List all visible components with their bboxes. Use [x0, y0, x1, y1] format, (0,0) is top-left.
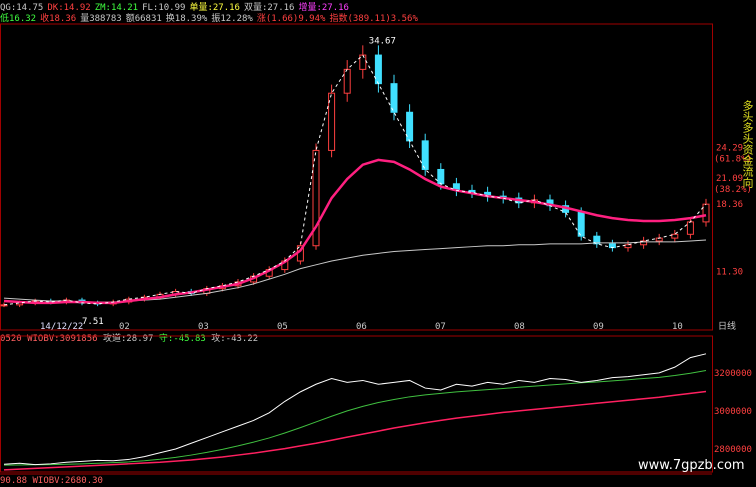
obv-long-line [3, 390, 707, 471]
y-tick-label: 11.30 [716, 267, 743, 277]
candle-body [702, 203, 710, 223]
candle-body [624, 244, 632, 249]
candle-body [608, 243, 616, 249]
obv-line [3, 353, 707, 466]
sub-panel-frame [0, 335, 713, 473]
candle-body [421, 140, 429, 170]
candle-body [671, 233, 679, 239]
x-axis-label: 05 [277, 322, 288, 332]
ma-mid-line [3, 158, 707, 305]
x-axis-label: 02 [119, 322, 130, 332]
obv-ma-line [3, 370, 707, 466]
x-axis-label: 08 [514, 322, 525, 332]
watermark: www.7gpzb.com [638, 458, 745, 473]
x-axis-label: 06 [356, 322, 367, 332]
y-tick-label: 18.36 [716, 200, 743, 210]
main-panel-frame [0, 23, 713, 331]
price-line [3, 54, 707, 306]
low-label: 7.51 [82, 317, 104, 327]
x-axis-label: 03 [198, 322, 209, 332]
x-axis-word: 日线 [718, 320, 736, 332]
candle-body [686, 221, 694, 235]
sub-y-tick-label: 2800000 [714, 445, 752, 455]
sub-y-tick-label: 3200000 [714, 369, 752, 379]
stock-chart-svg[interactable]: 24.2921.0918.3611.30(61.8%)(38.2%)34.677… [0, 0, 756, 487]
sub-y-tick-label: 3000000 [714, 407, 752, 417]
x-axis-label: 14/12/22 [40, 322, 83, 332]
candle-body [343, 68, 351, 94]
x-axis-label: 09 [593, 322, 604, 332]
side-indicator-text: 多头多头资金流向 [741, 100, 754, 188]
x-axis-label: 10 [672, 322, 683, 332]
candle-body [437, 168, 445, 185]
x-axis-label: 07 [435, 322, 446, 332]
peak-label: 34.67 [369, 37, 396, 47]
candle-body [374, 54, 382, 85]
ma-long-line [3, 239, 707, 303]
